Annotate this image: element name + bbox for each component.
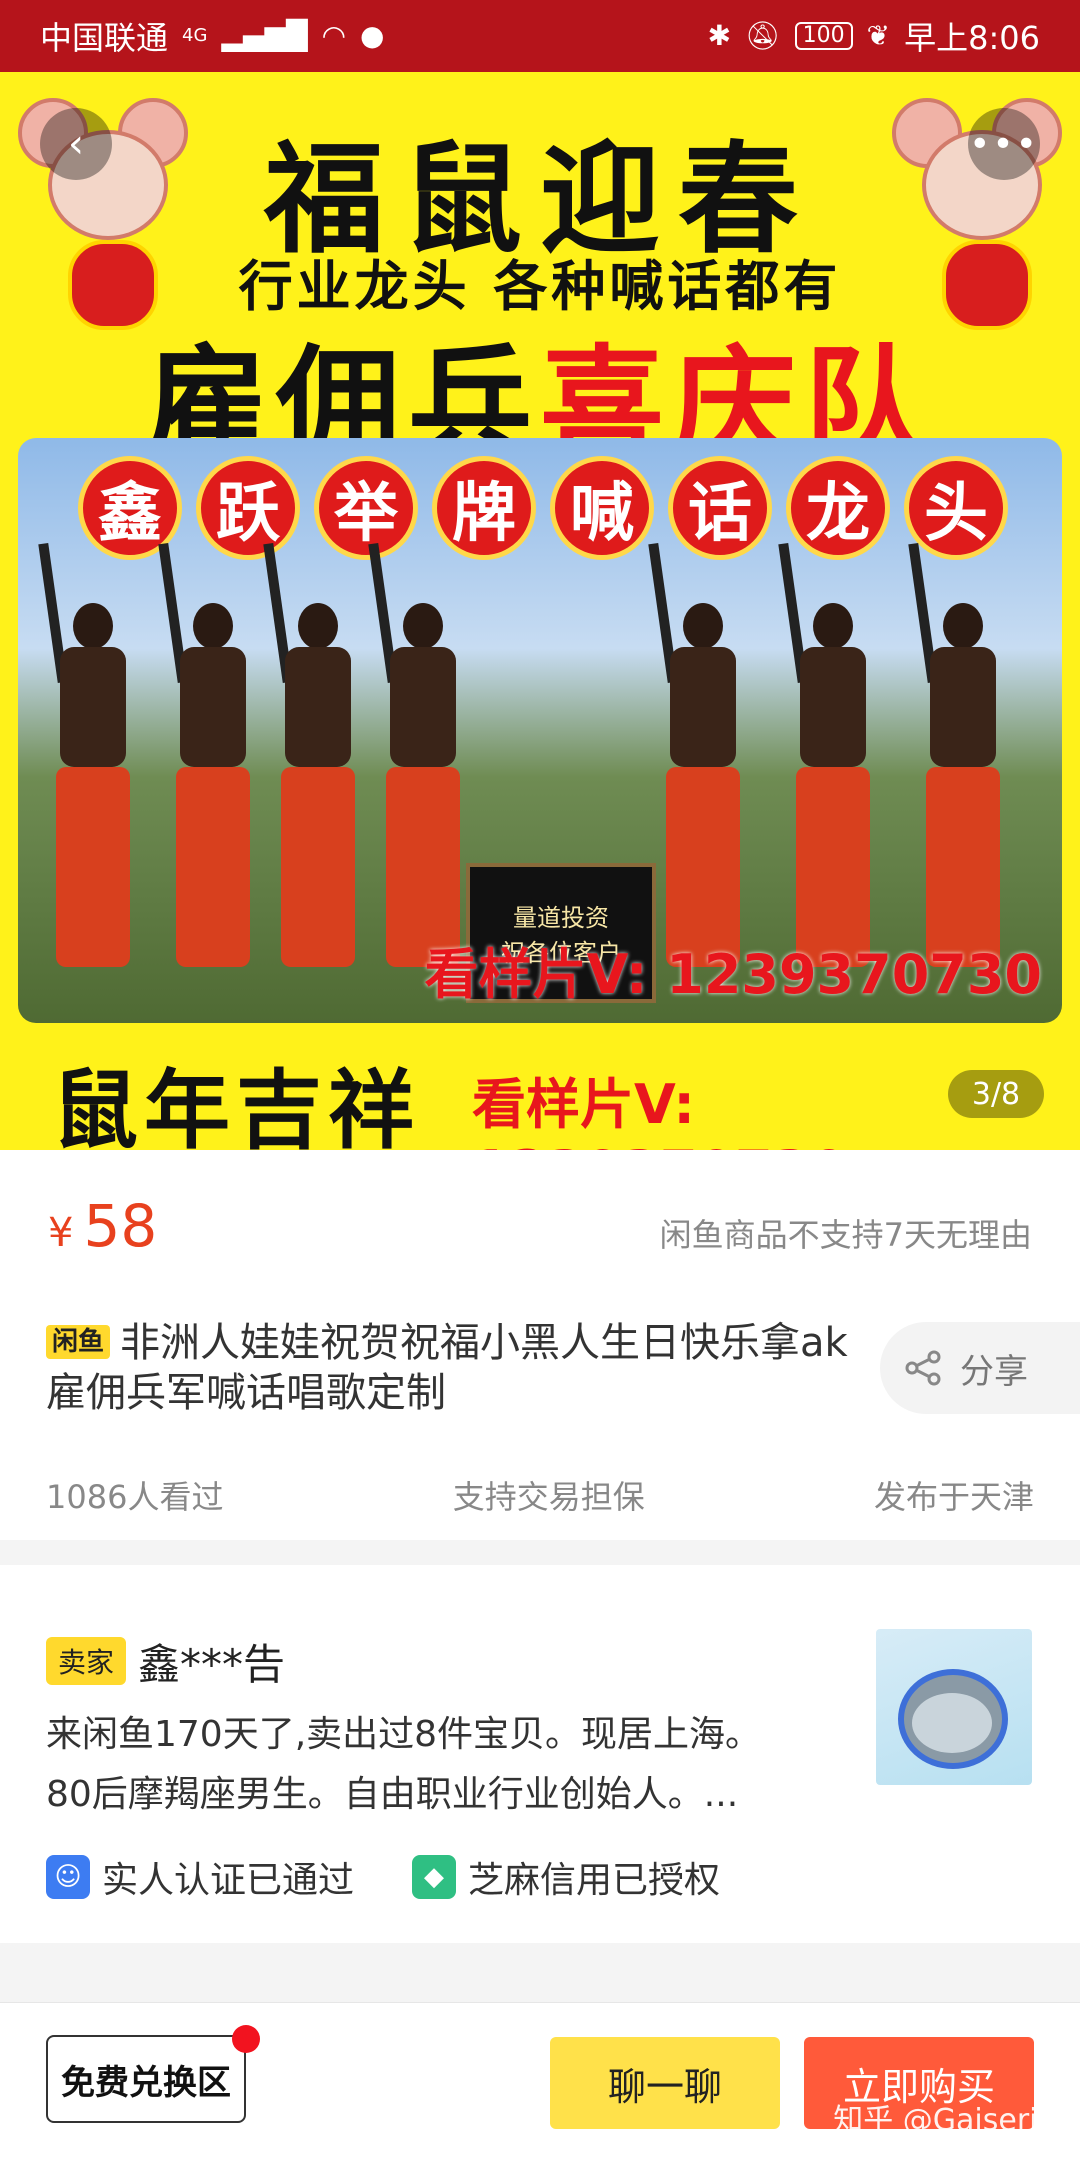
lantern: 牌 <box>432 456 536 560</box>
chat-button[interactable]: 聊一聊 <box>550 2037 780 2129</box>
lantern: 龙 <box>786 456 890 560</box>
battery-indicator: 100 <box>794 22 853 50</box>
zhihu-watermark: 知乎 @Gaiseric <box>833 2103 1054 2138</box>
seller-name[interactable]: 鑫***告 <box>138 1631 285 1692</box>
trade-guarantee: 支持交易担保 <box>452 1478 645 1516</box>
photo-overlay-text: 看样片V: 1239370730 <box>424 943 1043 1006</box>
chevron-left-icon: ‹ <box>68 121 84 167</box>
seller-description: 来闲鱼170天了,卖出过8件宝贝。现居上海。 80后摩羯座男生。自由职业行业创始… <box>46 1705 866 1825</box>
free-exchange-button[interactable]: 免费兑换区 <box>46 2035 246 2123</box>
lantern: 头 <box>904 456 1008 560</box>
sesame-credit-verification: ◆ 芝麻信用已授权 <box>412 1851 720 1903</box>
bluetooth-icon: ✱ <box>707 19 732 52</box>
product-title: 闲鱼 非洲人娃娃祝贺祝福小黑人生日快乐拿ak雇佣兵军喊话唱歌定制 <box>46 1318 866 1418</box>
seller-desc-line-2: 80后摩羯座男生。自由职业行业创始人。... <box>46 1774 739 1815</box>
status-left: 中国联通 4G ▂▄▆█ ◠ ● <box>40 13 384 59</box>
share-button[interactable]: 分享 <box>880 1322 1080 1414</box>
signal-icon: ▂▄▆█ <box>221 19 308 52</box>
verification-row: ☺ 实人认证已通过 ◆ 芝麻信用已授权 <box>46 1851 720 1903</box>
notification-dot <box>232 2025 260 2053</box>
lantern: 话 <box>668 456 772 560</box>
wifi-icon: ◠ <box>321 19 346 52</box>
person-figure <box>368 542 468 983</box>
more-dots-icon: ••• <box>969 123 1039 165</box>
person-figure <box>778 542 878 983</box>
image-counter: 3/8 <box>948 1070 1044 1118</box>
product-info-card: ¥ 58 闲鱼商品不支持7天无理由 闲鱼 非洲人娃娃祝贺祝福小黑人生日快乐拿ak雇… <box>0 1150 1080 1540</box>
share-label: 分享 <box>960 1351 1028 1392</box>
product-image-carousel[interactable]: 福鼠迎春 行业龙头 各种喊话都有 雇佣兵喜庆队 鑫 跃 举 牌 喊 话 龙 头 <box>0 72 1080 1150</box>
share-icon <box>905 1350 941 1386</box>
carrier-label: 中国联通 <box>40 19 169 57</box>
price-value: 58 <box>83 1192 158 1260</box>
poster-bottom-left: 鼠年吉祥 <box>52 1061 420 1150</box>
status-right: ✱ 🔕︎ 100 ❦ 早上8:06 <box>708 13 1040 59</box>
xianyu-badge: 闲鱼 <box>46 1325 111 1359</box>
sign-line-1: 量道投资 <box>513 904 609 932</box>
network-type: 4G <box>182 25 208 46</box>
lantern: 举 <box>314 456 418 560</box>
hero-poster: 福鼠迎春 行业龙头 各种喊话都有 雇佣兵喜庆队 鑫 跃 举 牌 喊 话 龙 头 <box>0 72 1080 1150</box>
person-figure <box>158 542 258 983</box>
status-bar: 中国联通 4G ▂▄▆█ ◠ ● ✱ 🔕︎ 100 ❦ 早上8:06 <box>0 0 1080 72</box>
verify-sesame-label: 芝麻信用已授权 <box>468 1860 721 1901</box>
view-count: 1086人看过 <box>46 1478 224 1516</box>
product-title-text: 非洲人娃娃祝贺祝福小黑人生日快乐拿ak雇佣兵军喊话唱歌定制 <box>46 1320 848 1416</box>
currency-symbol: ¥ <box>48 1210 74 1256</box>
lantern: 跃 <box>196 456 300 560</box>
seller-avatar[interactable] <box>876 1629 1032 1785</box>
publish-location: 发布于天津 <box>873 1478 1034 1516</box>
seller-desc-line-1: 来闲鱼170天了,卖出过8件宝贝。现居上海。 <box>46 1714 762 1755</box>
mute-bell-icon: 🔕︎ <box>745 19 781 52</box>
verify-real-label: 实人认证已通过 <box>102 1860 355 1901</box>
price: ¥ 58 <box>48 1192 157 1260</box>
person-figure <box>263 542 363 983</box>
wechat-icon: ● <box>360 19 385 52</box>
person-figure <box>648 542 748 983</box>
person-figure <box>908 542 1008 983</box>
lantern: 喊 <box>550 456 654 560</box>
person-verified-icon: ☺ <box>46 1855 90 1899</box>
back-button[interactable]: ‹ <box>40 108 112 180</box>
seller-badge: 卖家 <box>46 1637 127 1685</box>
clock: 早上8:06 <box>904 19 1040 57</box>
sesame-drop-icon: ◆ <box>412 1855 457 1899</box>
real-name-verification: ☺ 实人认证已通过 <box>46 1851 354 1903</box>
more-button[interactable]: ••• <box>968 108 1040 180</box>
bottom-action-bar: 免费兑换区 聊一聊 立即购买 知乎 @Gaiseric <box>0 2002 1080 2160</box>
seller-card[interactable]: 卖家 鑫***告 来闲鱼170天了,卖出过8件宝贝。现居上海。 80后摩羯座男生… <box>0 1565 1080 1943</box>
person-figure <box>38 542 138 983</box>
lantern-row: 鑫 跃 举 牌 喊 话 龙 头 <box>78 456 1008 560</box>
leaf-icon: ❦ <box>866 19 891 52</box>
product-meta-row: 1086人看过 支持交易担保 发布于天津 <box>46 1472 1034 1518</box>
return-policy-notice: 闲鱼商品不支持7天无理由 <box>659 1216 1032 1254</box>
poster-photo: 鑫 跃 举 牌 喊 话 龙 头 量道投资 祝各位客户 看样片V: 1239370… <box>18 438 1062 1023</box>
